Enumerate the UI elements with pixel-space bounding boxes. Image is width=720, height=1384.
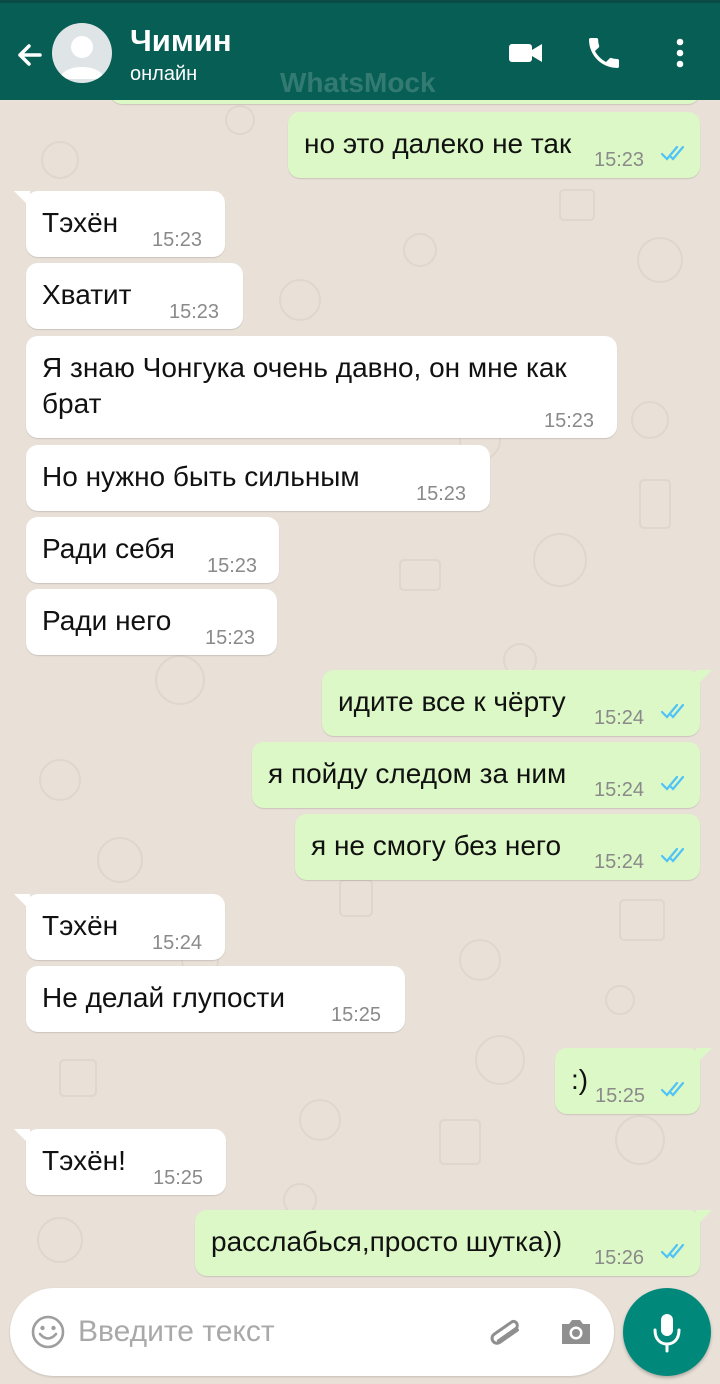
message-bubble-outgoing[interactable]: идите все к чёрту 15:24 [322, 670, 712, 736]
message-time: 15:24 [594, 851, 645, 873]
emoji-icon [31, 1315, 65, 1349]
message-bubble-incoming[interactable]: Но нужно быть сильным 15:23 [26, 445, 490, 511]
message-list: но это далеко не так 15:23 Тэхён 15:23 Х… [0, 0, 720, 1384]
message-bubble-outgoing[interactable]: :) 15:25 [555, 1048, 712, 1114]
message-text: Я знаю Чонгука очень давно, он мне как б… [42, 352, 567, 419]
voice-call-button[interactable] [584, 33, 624, 73]
message-text: Тэхён [42, 207, 119, 238]
message-text: расслабься,просто шутка)) [211, 1226, 563, 1257]
message-time: 15:23 [207, 555, 258, 577]
emoji-button[interactable] [30, 1314, 66, 1350]
message-time: 15:23 [544, 410, 595, 432]
message-bubble-outgoing[interactable]: но это далеко не так 15:23 [288, 112, 700, 178]
chat-header: Чимин онлайн WhatsMock [0, 0, 720, 100]
contact-name[interactable]: Чимин [130, 23, 232, 59]
message-bubble-incoming[interactable]: Тэхён 15:24 [14, 894, 225, 960]
message-bubble-incoming[interactable]: Не делай глупости 15:25 [26, 966, 405, 1032]
bubble-tail [14, 894, 30, 910]
double-check-icon [660, 703, 685, 719]
double-check-icon [660, 145, 685, 161]
message-time: 15:24 [594, 707, 645, 729]
message-bubble-outgoing[interactable]: я пойду следом за ним 15:24 [252, 742, 700, 808]
message-time: 15:23 [416, 483, 467, 505]
more-options-button[interactable] [660, 33, 700, 73]
message-text: но это далеко не так [304, 128, 572, 159]
message-time: 15:25 [153, 1167, 204, 1189]
message-text: Но нужно быть сильным [42, 461, 360, 492]
message-time: 15:23 [152, 229, 203, 251]
bubble-tail [696, 1210, 712, 1226]
message-time: 15:23 [594, 149, 645, 171]
message-bubble-outgoing[interactable]: расслабься,просто шутка)) 15:26 [195, 1210, 712, 1276]
microphone-icon [653, 1314, 681, 1353]
message-text: Ради него [42, 605, 172, 636]
message-bubble-incoming[interactable]: Тэхён 15:23 [14, 191, 225, 257]
bubble-tail [14, 1129, 30, 1145]
bubble-tail [696, 1048, 712, 1064]
attach-button[interactable] [486, 1312, 526, 1352]
message-text: Хватит [42, 279, 132, 310]
message-composer [10, 1288, 614, 1376]
message-text: Не делай глупости [42, 982, 286, 1013]
message-text: я пойду следом за ним [268, 758, 567, 789]
video-call-button[interactable] [506, 33, 546, 73]
contact-status: онлайн [130, 63, 198, 85]
message-text: я не смогу без него [311, 830, 562, 861]
arrow-left-icon [18, 44, 42, 66]
message-text: :) [571, 1064, 589, 1095]
default-avatar-icon [60, 36, 104, 79]
message-time: 15:25 [595, 1085, 646, 1107]
paperclip-icon [490, 1319, 520, 1345]
message-text: идите все к чёрту [338, 686, 566, 717]
message-time: 15:24 [152, 932, 203, 954]
message-text: Тэхён [42, 910, 119, 941]
message-input[interactable] [78, 1310, 478, 1354]
camera-button[interactable] [556, 1312, 596, 1352]
double-check-icon [660, 1081, 685, 1097]
message-bubble-incoming[interactable]: Тэхён! 15:25 [14, 1129, 226, 1195]
message-bubble-incoming[interactable]: Хватит 15:23 [26, 263, 243, 329]
message-time: 15:25 [331, 1004, 382, 1026]
message-time: 15:23 [169, 301, 220, 323]
bubble-tail [696, 670, 712, 686]
message-time: 15:23 [205, 627, 256, 649]
message-text: Тэхён! [42, 1145, 126, 1176]
avatar[interactable] [52, 23, 112, 83]
video-camera-icon [509, 44, 542, 62]
message-text: Ради себя [42, 533, 175, 564]
back-button[interactable] [10, 35, 50, 75]
message-time: 15:26 [594, 1247, 645, 1269]
double-check-icon [660, 847, 685, 863]
bubble-tail [14, 191, 30, 207]
message-bubble-outgoing[interactable]: я не смогу без него 15:24 [295, 814, 700, 880]
voice-record-button[interactable] [623, 1288, 711, 1376]
more-vertical-icon [676, 38, 684, 68]
watermark: WhatsMock [280, 67, 436, 98]
double-check-icon [660, 1243, 685, 1259]
message-bubble-incoming[interactable]: Ради него 15:23 [26, 589, 277, 655]
message-bubble-incoming[interactable]: Ради себя 15:23 [26, 517, 279, 583]
double-check-icon [660, 775, 685, 791]
message-bubble-incoming[interactable]: Я знаю Чонгука очень давно, он мне как б… [26, 336, 617, 438]
camera-icon [562, 1320, 590, 1344]
message-time: 15:24 [594, 779, 645, 801]
phone-icon [589, 38, 619, 68]
